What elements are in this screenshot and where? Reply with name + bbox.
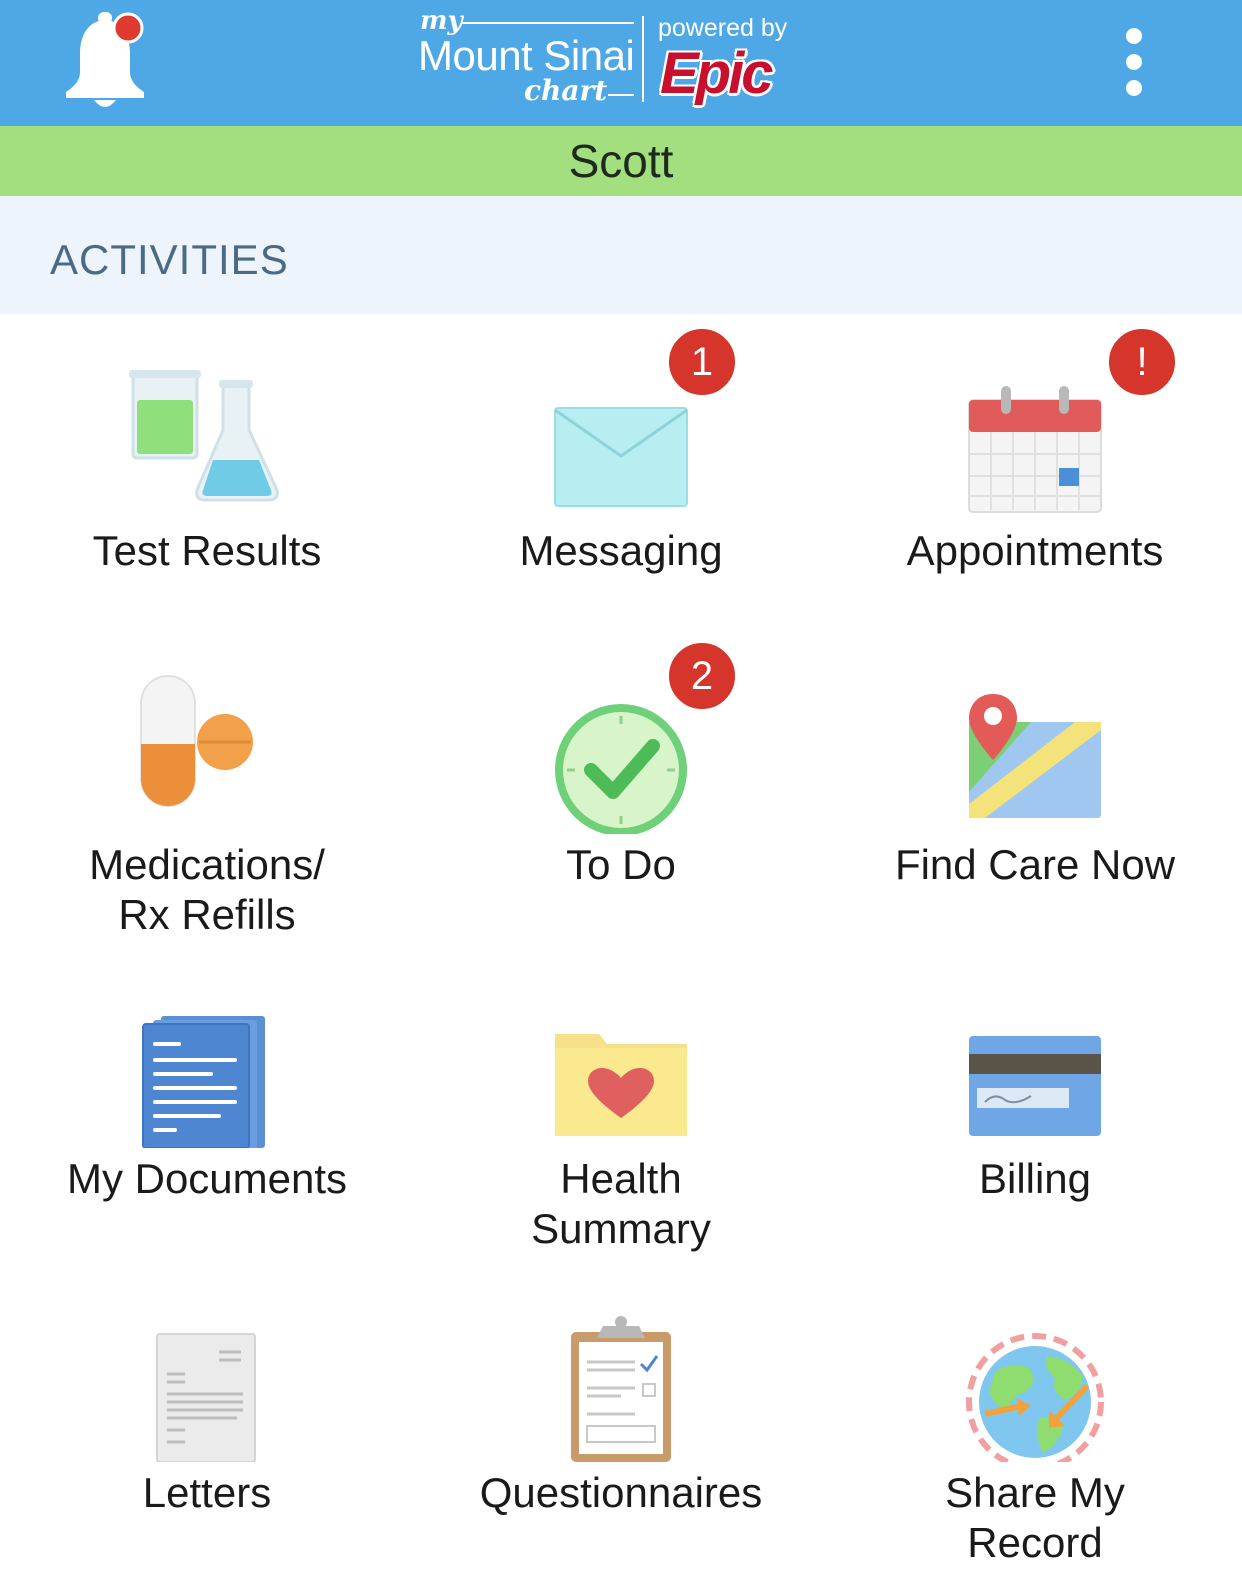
powered-by-text: powered by: [658, 14, 788, 42]
tile-find-care-now[interactable]: Find Care Now: [828, 644, 1242, 944]
documents-icon: [142, 1016, 265, 1148]
to-do-badge: 2: [667, 641, 737, 711]
tile-label-line2: Record: [967, 1519, 1103, 1566]
tile-label: Test Results: [92, 527, 322, 574]
tile-label: To Do: [566, 841, 676, 888]
tile-label: Appointments: [906, 527, 1164, 574]
appointments-badge: !: [1107, 327, 1177, 397]
test-tubes-icon: [129, 370, 279, 502]
logo-divider: [642, 16, 644, 102]
tile-messaging[interactable]: 1 Messaging: [414, 327, 828, 630]
tile-my-documents[interactable]: My Documents: [0, 958, 414, 1258]
tile-label: Find Care Now: [894, 841, 1176, 888]
patient-name: Scott: [568, 135, 674, 187]
tile-test-results[interactable]: Test Results: [0, 330, 414, 630]
letter-icon: [156, 1333, 256, 1462]
tile-label: Questionnaires: [479, 1469, 763, 1516]
tile-letters[interactable]: Letters: [0, 1272, 414, 1572]
tile-label-line2: Summary: [531, 1205, 711, 1252]
calendar-icon: [968, 386, 1102, 513]
tile-to-do[interactable]: 2 To Do: [414, 641, 828, 944]
tile-medications[interactable]: Medications/ Rx Refills: [0, 644, 414, 944]
app-header: my Mount Sinai chart powered by Epic: [0, 0, 1242, 127]
messaging-badge: 1: [667, 327, 737, 397]
tile-label-line1: Health: [560, 1155, 682, 1202]
epic-logo-text: Epic: [660, 41, 773, 106]
logo-line-top: [462, 22, 634, 24]
tile-health-summary[interactable]: Health Summary: [414, 958, 828, 1258]
tile-label-line1: Medications/: [89, 841, 325, 888]
tile-label: Letters: [142, 1469, 272, 1516]
tile-questionnaires[interactable]: Questionnaires: [414, 1272, 828, 1572]
tile-label: Share My Record: [828, 1468, 1242, 1568]
more-vertical-icon[interactable]: [1116, 24, 1152, 100]
tile-label: Billing: [978, 1155, 1092, 1202]
tile-label: Medications/ Rx Refills: [0, 840, 414, 940]
tile-label: Messaging: [519, 527, 723, 574]
bell-icon[interactable]: [62, 10, 152, 110]
app-logo: my Mount Sinai chart powered by Epic: [416, 6, 816, 112]
clipboard-icon: [571, 1316, 671, 1462]
tile-label-line2: Rx Refills: [118, 891, 296, 938]
heart-folder-icon: [555, 1034, 687, 1136]
patient-name-bar[interactable]: Scott: [0, 126, 1242, 196]
globe-share-icon: [966, 1333, 1104, 1462]
tile-share-my-record[interactable]: Share My Record: [828, 1272, 1242, 1572]
tile-appointments[interactable]: ! Appointments: [828, 327, 1242, 630]
tile-label: Health Summary: [414, 1154, 828, 1254]
tile-label-line1: Share My: [945, 1469, 1125, 1516]
tile-billing[interactable]: Billing: [828, 958, 1242, 1258]
tile-label: My Documents: [66, 1155, 348, 1202]
logo-line-bottom: [608, 94, 634, 96]
pills-icon: [140, 675, 253, 807]
logo-name-text: Mount Sinai: [418, 32, 635, 79]
credit-card-icon: [969, 1036, 1101, 1136]
activities-section-header: ACTIVITIES: [0, 196, 1242, 314]
map-pin-icon: [969, 694, 1101, 818]
logo-chart-text: chart: [524, 74, 608, 107]
section-title: ACTIVITIES: [50, 236, 289, 283]
